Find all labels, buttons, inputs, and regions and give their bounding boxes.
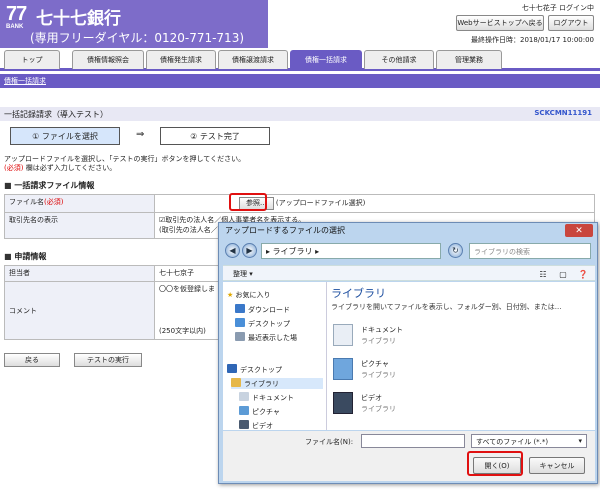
- tab-top[interactable]: トップ: [4, 50, 60, 69]
- nav-desktop-fav[interactable]: デスクトップ: [235, 318, 290, 329]
- nav-pictures[interactable]: ピクチャ: [239, 406, 280, 417]
- pictures-icon: [333, 358, 353, 380]
- nav-downloads[interactable]: ダウンロード: [235, 304, 290, 315]
- dialog-close-button[interactable]: ✕: [565, 224, 593, 237]
- step-test-complete: ② テスト完了: [160, 127, 270, 145]
- brand-banner: 77 BANK 七十七銀行 (専用フリーダイヤル：0120-771-713): [0, 0, 268, 48]
- library-title: ライブラリ: [331, 287, 386, 300]
- videos-icon: [239, 420, 249, 429]
- nav-videos[interactable]: ビデオ: [239, 420, 273, 430]
- bank-name: 七十七銀行: [36, 9, 121, 29]
- step-select-file: ① ファイルを選択: [10, 127, 120, 145]
- last-operation-time: 最終操作日時：2018/01/17 10:00:00: [470, 36, 594, 44]
- library-description: ライブラリを開いてファイルを表示し、フォルダー別、日付別、または...: [331, 303, 562, 311]
- logo: 77: [6, 3, 27, 25]
- run-test-button[interactable]: テストの実行: [74, 353, 142, 367]
- person-label: 担当者: [4, 265, 155, 282]
- library-search-input[interactable]: ライブラリの検索: [469, 243, 591, 259]
- tab-bulk-request[interactable]: 債権一括請求: [290, 50, 362, 69]
- tab-other-request[interactable]: その他請求: [364, 50, 434, 69]
- page-title-bar: 一括記録請求（導入テスト） SCKCMN11191: [0, 107, 600, 121]
- library-item-documents[interactable]: ドキュメント ライブラリ: [333, 322, 533, 352]
- forward-arrow-icon[interactable]: ▶: [242, 243, 257, 258]
- library-item-videos[interactable]: ビデオ ライブラリ: [333, 390, 533, 420]
- logout-button[interactable]: ログアウト: [548, 15, 594, 31]
- path-breadcrumb[interactable]: ▸ ライブラリ ▸: [261, 243, 441, 259]
- desktop-icon: [227, 364, 237, 373]
- documents-icon: [239, 392, 249, 401]
- chevron-down-icon: ▾: [578, 437, 582, 445]
- filename-label: ファイル名(N):: [305, 438, 354, 446]
- highlight-browse: [229, 193, 267, 211]
- section-heading-file: 一括請求ファイル情報: [4, 180, 94, 191]
- navigation-pane: ★ お気に入り ダウンロード デスクトップ 最近表示した場 デスクトップ ライブ…: [223, 282, 327, 430]
- page-title: 一括記録請求（導入テスト）: [4, 110, 108, 119]
- user-status: 七十七花子 ログイン中: [521, 4, 594, 12]
- content-pane: ライブラリ ライブラリを開いてファイルを表示し、フォルダー別、日付別、または..…: [327, 282, 595, 430]
- pictures-icon: [239, 406, 249, 415]
- preview-pane-icon[interactable]: ▢: [557, 268, 569, 280]
- desktop-icon: [235, 318, 245, 327]
- sub-navigation: 債権一括請求: [0, 74, 600, 88]
- web-service-top-button[interactable]: Webサービストップへ戻る: [456, 15, 544, 31]
- dialog-toolbar: 整理 ▾ ☷ ▢ ❓: [223, 265, 595, 281]
- filename-input[interactable]: [361, 434, 465, 448]
- dialog-bottom-bar: ファイル名(N): すべてのファイル (*.*) ▾ 開く(O) キャンセル: [223, 431, 595, 481]
- cancel-button[interactable]: キャンセル: [529, 457, 585, 474]
- section-heading-apply: 申請情報: [4, 251, 46, 262]
- dialog-address-bar: ◀ ▶ ▸ ライブラリ ▸ ↻ ライブラリの検索: [223, 241, 595, 261]
- recent-icon: [235, 332, 245, 341]
- download-icon: [235, 304, 245, 313]
- subnav-bulk-request-link[interactable]: 債権一括請求: [4, 76, 46, 86]
- required-note-text: 欄は必ず入力してください。: [23, 164, 117, 172]
- header: 77 BANK 七十七銀行 (専用フリーダイヤル：0120-771-713) 七…: [0, 0, 600, 48]
- tab-credit-transfer[interactable]: 債権譲渡請求: [218, 50, 288, 69]
- nav-recent[interactable]: 最近表示した場: [235, 332, 297, 343]
- browse-hint: (アップロードファイル選択): [275, 199, 366, 207]
- filetype-select[interactable]: すべてのファイル (*.*) ▾: [471, 434, 587, 448]
- required-mark: (必須): [4, 164, 24, 172]
- logo-bank-text: BANK: [6, 24, 24, 30]
- tab-credit-inquiry[interactable]: 債権情報照会: [72, 50, 144, 69]
- back-button[interactable]: 戻る: [4, 353, 60, 367]
- step-arrow: ⇒: [136, 129, 145, 140]
- screen-id: SCKCMN11191: [534, 109, 592, 117]
- tab-admin[interactable]: 管理業務: [436, 50, 502, 69]
- file-select-dialog: アップロードするファイルの選択 ✕ ◀ ▶ ▸ ライブラリ ▸ ↻ ライブラリの…: [218, 222, 598, 484]
- library-item-pictures[interactable]: ピクチャ ライブラリ: [333, 356, 533, 386]
- freedial-number: (専用フリーダイヤル：0120-771-713): [30, 31, 245, 45]
- help-icon[interactable]: ❓: [577, 268, 589, 280]
- organize-menu[interactable]: 整理 ▾: [233, 269, 253, 279]
- required-note: (必須) 欄は必ず入力してください。: [4, 163, 116, 173]
- dialog-title: アップロードするファイルの選択: [225, 226, 345, 235]
- back-arrow-icon[interactable]: ◀: [225, 243, 240, 258]
- refresh-icon[interactable]: ↻: [448, 243, 463, 258]
- file-required-mark: (必須): [44, 198, 64, 206]
- star-icon: ★: [227, 291, 234, 299]
- nav-library[interactable]: ライブラリ: [231, 378, 323, 389]
- nav-favorites[interactable]: ★ お気に入り: [227, 290, 271, 300]
- comment-label: コメント: [4, 281, 155, 340]
- view-options-icon[interactable]: ☷: [537, 268, 549, 280]
- highlight-open: [467, 451, 523, 476]
- file-name-cell: 参照... (アップロードファイル選択): [154, 194, 595, 213]
- documents-icon: [333, 324, 353, 346]
- tab-credit-issue[interactable]: 債権発生請求: [146, 50, 216, 69]
- library-icon: [231, 378, 241, 387]
- main-tabs: トップ 債権情報照会 債権発生請求 債権譲渡請求 債権一括請求 その他請求 管理…: [0, 50, 600, 71]
- nav-documents[interactable]: ドキュメント: [239, 392, 294, 403]
- nav-desktop[interactable]: デスクトップ: [227, 364, 282, 375]
- file-name-label: ファイル名(必須): [4, 194, 155, 213]
- videos-icon: [333, 392, 353, 414]
- display-name-label: 取引先名の表示: [4, 212, 155, 239]
